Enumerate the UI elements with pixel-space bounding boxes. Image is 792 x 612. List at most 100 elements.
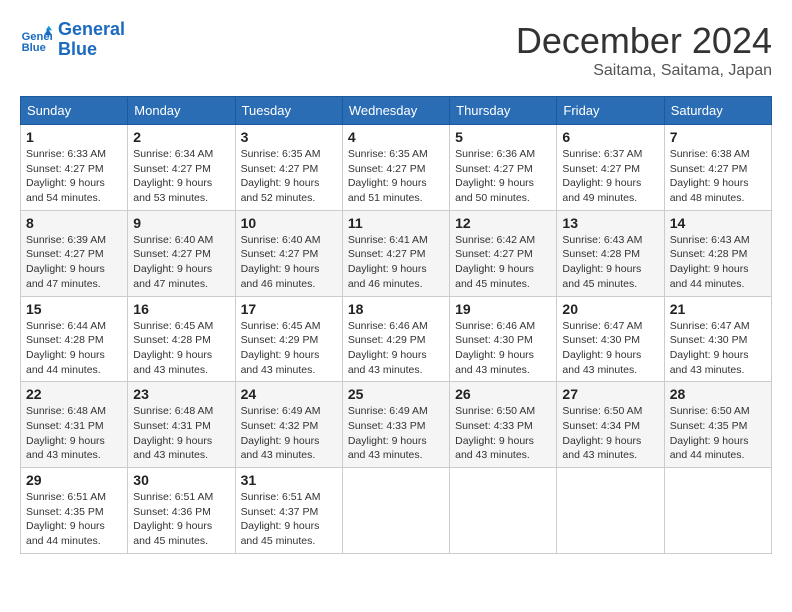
calendar-cell: 24Sunrise: 6:49 AMSunset: 4:32 PMDayligh… — [235, 382, 342, 468]
day-detail: Sunrise: 6:47 AMSunset: 4:30 PMDaylight:… — [670, 319, 766, 378]
day-detail: Sunrise: 6:43 AMSunset: 4:28 PMDaylight:… — [562, 233, 658, 292]
calendar-cell: 16 Sunrise: 6:45 AMSunset: 4:28 PMDayligh… — [128, 296, 235, 382]
calendar-cell — [342, 468, 449, 554]
calendar-day-header: Thursday — [450, 97, 557, 125]
day-detail: Sunrise: 6:35 AMSunset: 4:27 PMDaylight:… — [241, 147, 337, 206]
calendar-cell: 30 Sunrise: 6:51 AMSunset: 4:36 PMDayligh… — [128, 468, 235, 554]
day-detail: Sunrise: 6:46 AMSunset: 4:29 PMDaylight:… — [348, 319, 444, 378]
calendar-cell: 20 Sunrise: 6:47 AMSunset: 4:30 PMDayligh… — [557, 296, 664, 382]
day-number: 3 — [241, 129, 337, 145]
day-number: 14 — [670, 215, 766, 231]
location: Saitama, Saitama, Japan — [516, 62, 772, 80]
title-block: December 2024 Saitama, Saitama, Japan — [516, 20, 772, 80]
day-detail: Sunrise: 6:51 AMSunset: 4:36 PMDaylight:… — [133, 490, 229, 549]
day-detail: Sunrise: 6:50 AMSunset: 4:34 PMDaylight:… — [562, 404, 658, 463]
day-number: 18 — [348, 301, 444, 317]
calendar-cell: 1 Sunrise: 6:33 AMSunset: 4:27 PMDaylight… — [21, 125, 128, 211]
day-number: 30 — [133, 472, 229, 488]
day-number: 5 — [455, 129, 551, 145]
calendar-cell: 3 Sunrise: 6:35 AMSunset: 4:27 PMDaylight… — [235, 125, 342, 211]
day-number: 16 — [133, 301, 229, 317]
calendar-cell: 9 Sunrise: 6:40 AMSunset: 4:27 PMDaylight… — [128, 210, 235, 296]
calendar-cell: 11Sunrise: 6:41 AMSunset: 4:27 PMDayligh… — [342, 210, 449, 296]
day-number: 13 — [562, 215, 658, 231]
day-number: 15 — [26, 301, 122, 317]
calendar-day-header: Sunday — [21, 97, 128, 125]
day-number: 9 — [133, 215, 229, 231]
page-header: General Blue General Blue December 2024 … — [20, 20, 772, 80]
day-detail: Sunrise: 6:47 AMSunset: 4:30 PMDaylight:… — [562, 319, 658, 378]
calendar-week-row: 1 Sunrise: 6:33 AMSunset: 4:27 PMDaylight… — [21, 125, 772, 211]
calendar-cell: 28Sunrise: 6:50 AMSunset: 4:35 PMDayligh… — [664, 382, 771, 468]
day-number: 24 — [241, 386, 337, 402]
svg-text:Blue: Blue — [22, 42, 46, 54]
day-number: 21 — [670, 301, 766, 317]
day-number: 2 — [133, 129, 229, 145]
calendar-cell: 23Sunrise: 6:48 AMSunset: 4:31 PMDayligh… — [128, 382, 235, 468]
day-number: 4 — [348, 129, 444, 145]
calendar-week-row: 29 Sunrise: 6:51 AMSunset: 4:35 PMDayligh… — [21, 468, 772, 554]
calendar-cell: 12 Sunrise: 6:42 AMSunset: 4:27 PMDayligh… — [450, 210, 557, 296]
calendar-cell: 19Sunrise: 6:46 AMSunset: 4:30 PMDayligh… — [450, 296, 557, 382]
calendar-cell: 5 Sunrise: 6:36 AMSunset: 4:27 PMDaylight… — [450, 125, 557, 211]
day-number: 25 — [348, 386, 444, 402]
calendar-cell — [557, 468, 664, 554]
calendar-day-header: Wednesday — [342, 97, 449, 125]
day-detail: Sunrise: 6:44 AMSunset: 4:28 PMDaylight:… — [26, 319, 122, 378]
day-number: 7 — [670, 129, 766, 145]
calendar-cell: 15 Sunrise: 6:44 AMSunset: 4:28 PMDayligh… — [21, 296, 128, 382]
day-detail: Sunrise: 6:40 AMSunset: 4:27 PMDaylight:… — [133, 233, 229, 292]
logo-icon: General Blue — [20, 24, 52, 56]
day-detail: Sunrise: 6:48 AMSunset: 4:31 PMDaylight:… — [26, 404, 122, 463]
calendar-cell: 17 Sunrise: 6:45 AMSunset: 4:29 PMDayligh… — [235, 296, 342, 382]
day-detail: Sunrise: 6:45 AMSunset: 4:29 PMDaylight:… — [241, 319, 337, 378]
calendar-cell: 22 Sunrise: 6:48 AMSunset: 4:31 PMDayligh… — [21, 382, 128, 468]
day-number: 12 — [455, 215, 551, 231]
day-detail: Sunrise: 6:36 AMSunset: 4:27 PMDaylight:… — [455, 147, 551, 206]
calendar-cell: 29 Sunrise: 6:51 AMSunset: 4:35 PMDayligh… — [21, 468, 128, 554]
calendar-cell: 10Sunrise: 6:40 AMSunset: 4:27 PMDayligh… — [235, 210, 342, 296]
calendar-cell: 26Sunrise: 6:50 AMSunset: 4:33 PMDayligh… — [450, 382, 557, 468]
calendar-day-header: Monday — [128, 97, 235, 125]
day-number: 20 — [562, 301, 658, 317]
day-detail: Sunrise: 6:51 AMSunset: 4:37 PMDaylight:… — [241, 490, 337, 549]
day-detail: Sunrise: 6:51 AMSunset: 4:35 PMDaylight:… — [26, 490, 122, 549]
day-number: 22 — [26, 386, 122, 402]
day-number: 1 — [26, 129, 122, 145]
calendar-cell: 18 Sunrise: 6:46 AMSunset: 4:29 PMDayligh… — [342, 296, 449, 382]
calendar-week-row: 22 Sunrise: 6:48 AMSunset: 4:31 PMDayligh… — [21, 382, 772, 468]
calendar-cell: 21 Sunrise: 6:47 AMSunset: 4:30 PMDayligh… — [664, 296, 771, 382]
calendar-cell: 8Sunrise: 6:39 AMSunset: 4:27 PMDaylight… — [21, 210, 128, 296]
day-detail: Sunrise: 6:45 AMSunset: 4:28 PMDaylight:… — [133, 319, 229, 378]
day-number: 19 — [455, 301, 551, 317]
day-detail: Sunrise: 6:34 AMSunset: 4:27 PMDaylight:… — [133, 147, 229, 206]
calendar-week-row: 8Sunrise: 6:39 AMSunset: 4:27 PMDaylight… — [21, 210, 772, 296]
calendar-cell — [664, 468, 771, 554]
day-detail: Sunrise: 6:41 AMSunset: 4:27 PMDaylight:… — [348, 233, 444, 292]
day-detail: Sunrise: 6:33 AMSunset: 4:27 PMDaylight:… — [26, 147, 122, 206]
calendar-cell: 6 Sunrise: 6:37 AMSunset: 4:27 PMDaylight… — [557, 125, 664, 211]
calendar-day-header: Tuesday — [235, 97, 342, 125]
day-detail: Sunrise: 6:49 AMSunset: 4:33 PMDaylight:… — [348, 404, 444, 463]
month-title: December 2024 — [516, 20, 772, 62]
logo: General Blue General Blue — [20, 20, 125, 60]
day-detail: Sunrise: 6:38 AMSunset: 4:27 PMDaylight:… — [670, 147, 766, 206]
day-number: 26 — [455, 386, 551, 402]
calendar-cell: 14Sunrise: 6:43 AMSunset: 4:28 PMDayligh… — [664, 210, 771, 296]
day-number: 29 — [26, 472, 122, 488]
day-number: 10 — [241, 215, 337, 231]
calendar-table: SundayMondayTuesdayWednesdayThursdayFrid… — [20, 96, 772, 554]
day-detail: Sunrise: 6:35 AMSunset: 4:27 PMDaylight:… — [348, 147, 444, 206]
calendar-cell: 25 Sunrise: 6:49 AMSunset: 4:33 PMDayligh… — [342, 382, 449, 468]
day-number: 6 — [562, 129, 658, 145]
day-number: 31 — [241, 472, 337, 488]
calendar-cell: 27Sunrise: 6:50 AMSunset: 4:34 PMDayligh… — [557, 382, 664, 468]
calendar-cell: 31 Sunrise: 6:51 AMSunset: 4:37 PMDayligh… — [235, 468, 342, 554]
day-detail: Sunrise: 6:48 AMSunset: 4:31 PMDaylight:… — [133, 404, 229, 463]
day-detail: Sunrise: 6:42 AMSunset: 4:27 PMDaylight:… — [455, 233, 551, 292]
calendar-week-row: 15 Sunrise: 6:44 AMSunset: 4:28 PMDayligh… — [21, 296, 772, 382]
day-number: 28 — [670, 386, 766, 402]
day-detail: Sunrise: 6:37 AMSunset: 4:27 PMDaylight:… — [562, 147, 658, 206]
calendar-day-header: Friday — [557, 97, 664, 125]
day-number: 17 — [241, 301, 337, 317]
